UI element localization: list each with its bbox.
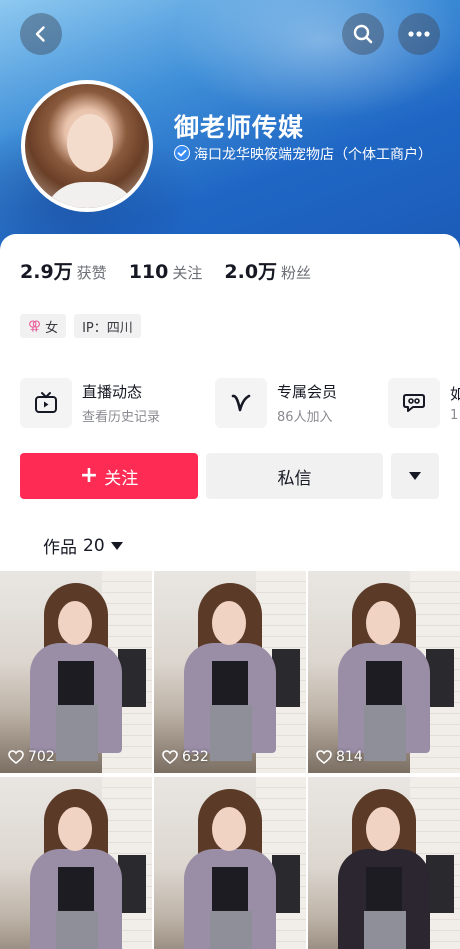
live-subtitle: 查看历史记录 [82, 410, 161, 425]
live-history-entry[interactable]: 直播动态 查看历史记录 [20, 376, 160, 430]
membership-subtitle: 86人加入 [277, 410, 333, 425]
verified-check-icon [174, 145, 190, 161]
avatar[interactable] [21, 80, 153, 212]
gender-tag: ⚢ 女 [20, 314, 67, 338]
chat-bubble-icon [388, 378, 440, 428]
verification-text: 海口龙华映筱端宠物店（个体工商户） [194, 147, 432, 163]
v-icon [215, 378, 267, 428]
membership-entry[interactable]: 专属会员 86人加入 [215, 376, 337, 430]
profile-tags: ⚢ 女 IP：四川 [20, 314, 141, 338]
video-thumbnail[interactable] [308, 777, 460, 949]
more-options-dropdown[interactable] [391, 453, 439, 499]
ip-tag: IP：四川 [74, 314, 141, 338]
stats-row: 2.9万 获赞 110 关注 2.0万 粉丝 [20, 257, 333, 284]
heart-icon [8, 750, 24, 764]
female-icon: ⚢ [28, 318, 42, 334]
likes-label: 获赞 [76, 264, 107, 282]
video-grid: 702 632 814 [0, 571, 460, 949]
video-thumbnail[interactable]: 702 [0, 571, 152, 773]
video-likes: 702 [8, 749, 55, 765]
video-thumbnail[interactable]: 814 [308, 571, 460, 773]
third-title: 如 [450, 385, 460, 403]
search-icon [353, 24, 373, 44]
membership-title: 专属会员 [277, 383, 338, 401]
following-count[interactable]: 110 [129, 261, 169, 283]
third-subtitle: 1 [450, 408, 459, 423]
video-likes: 632 [162, 749, 209, 765]
verification-info: 海口龙华映筱端宠物店（个体工商户） [174, 145, 434, 166]
caret-down-icon [110, 541, 123, 550]
likes-count[interactable]: 2.9万 [20, 257, 73, 284]
more-button[interactable] [398, 13, 440, 55]
search-button[interactable] [342, 13, 384, 55]
tv-icon [20, 378, 72, 428]
video-thumbnail[interactable]: 632 [154, 571, 306, 773]
followers-label: 粉丝 [281, 264, 312, 282]
back-button[interactable] [20, 13, 62, 55]
live-title: 直播动态 [82, 383, 143, 401]
works-count: 20 [83, 535, 105, 556]
more-dots-icon [408, 31, 430, 37]
works-label: 作品 [43, 538, 77, 558]
video-thumbnail[interactable] [154, 777, 306, 949]
third-entry[interactable]: 如 1 [388, 376, 460, 430]
profile-name: 御老师传媒 [174, 113, 305, 142]
message-button[interactable]: 私信 [206, 453, 383, 499]
caret-down-icon [409, 472, 421, 480]
plus-icon: + [79, 463, 99, 488]
heart-icon [162, 750, 178, 764]
feature-row: 直播动态 查看历史记录 专属会员 86人加入 如 1 [20, 376, 460, 430]
tab-works[interactable]: 作品 20 [43, 533, 123, 558]
following-label: 关注 [172, 264, 203, 282]
video-likes: 814 [316, 749, 363, 765]
followers-count[interactable]: 2.0万 [224, 257, 277, 284]
video-thumbnail[interactable] [0, 777, 152, 949]
heart-icon [316, 750, 332, 764]
follow-button[interactable]: + 关注 [20, 453, 198, 499]
chevron-left-icon [35, 26, 45, 42]
